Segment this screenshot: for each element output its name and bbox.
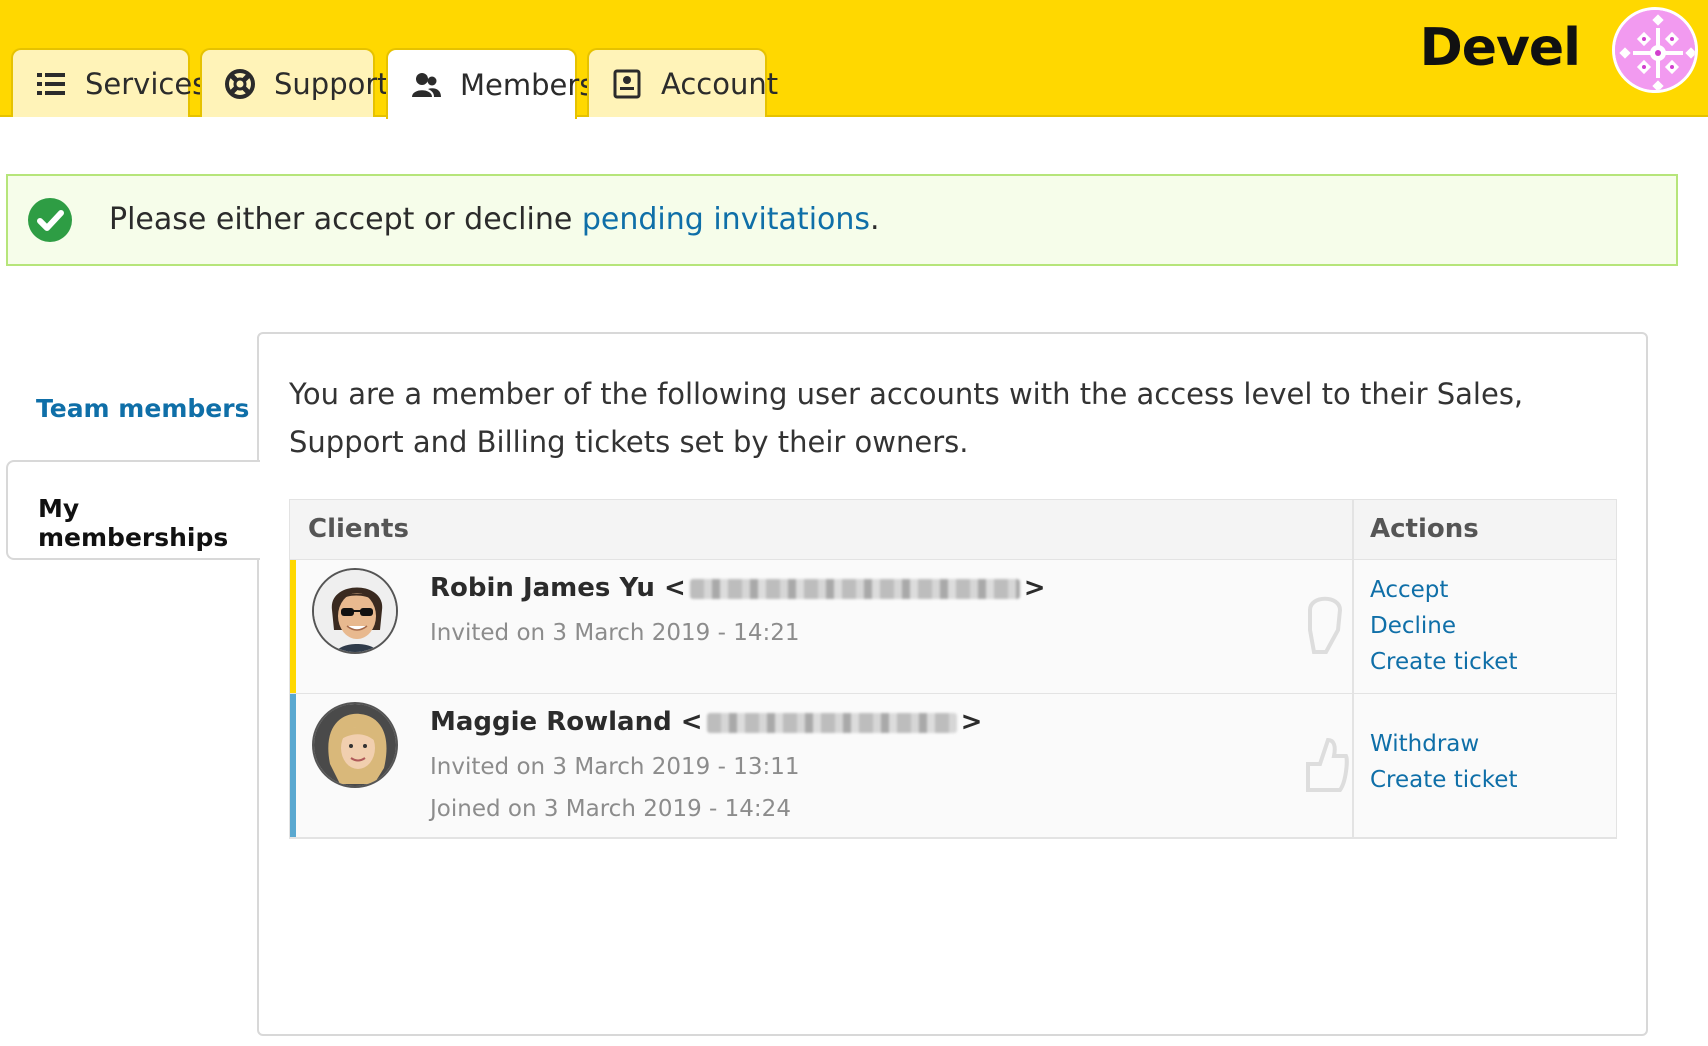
redacted-email [689,578,1020,599]
memberships-table: Clients Actions Robin James Yu < > Invit… [289,499,1617,839]
member-name: Robin James Yu < > [430,573,1046,603]
member-name-text: Robin James Yu [430,573,655,603]
avatar [312,568,398,654]
lifebuoy-icon [224,67,256,101]
thumbs-up-watermark-icon [1306,737,1349,792]
brand-logo-text: Devel [1419,18,1581,78]
email-bracket: > [960,707,983,737]
table-row: Maggie Rowland < > Invited on 3 March 201… [290,694,1616,838]
pending-invitations-link[interactable]: pending invitations [582,202,870,237]
tab-members[interactable]: Members [386,48,594,119]
member-name-text: Maggie Rowland [430,707,672,737]
alert-message: Please either accept or decline pending … [109,202,880,237]
email-bracket: > [1023,573,1046,603]
member-name: Maggie Rowland < > [430,707,982,737]
contact-card-icon [611,67,643,101]
row-actions: Withdraw Create ticket [1370,726,1517,798]
status-stripe-joined [290,694,296,837]
column-divider [1352,694,1354,837]
column-divider [1352,560,1354,693]
tab-services-label: Services [85,66,208,101]
handshake-watermark-icon [1308,596,1343,654]
users-icon [410,68,442,102]
tab-account-label: Account [661,66,779,101]
top-navigation-bar: Services Support Members Account Devel [0,0,1708,119]
tab-support[interactable]: Support [200,48,389,117]
email-bracket: < [663,573,686,603]
joined-date: Joined on 3 March 2019 - 14:24 [430,796,791,822]
create-ticket-link[interactable]: Create ticket [1370,644,1517,680]
column-header-actions: Actions [1370,514,1479,544]
sidebar-item-team-members[interactable]: Team members [6,380,260,460]
alert-text-end: . [870,202,880,237]
tab-account[interactable]: Account [587,48,778,117]
success-alert: Please either accept or decline pending … [6,174,1678,266]
alert-text: Please either accept or decline [109,202,582,237]
memberships-panel: You are a member of the following user a… [257,332,1648,1036]
sidebar-item-my-memberships[interactable]: My memberships [6,460,260,560]
tab-members-label: Members [460,67,595,102]
column-header-clients: Clients [308,514,409,544]
status-stripe-pending [290,560,296,693]
withdraw-link[interactable]: Withdraw [1370,726,1517,762]
decline-link[interactable]: Decline [1370,608,1517,644]
email-bracket: < [680,707,703,737]
table-header: Clients Actions [290,500,1616,560]
row-actions: Accept Decline Create ticket [1370,572,1517,680]
create-ticket-link[interactable]: Create ticket [1370,762,1517,798]
intro-text: You are a member of the following user a… [289,377,1524,459]
tab-services[interactable]: Services [11,48,207,117]
checkmark-icon [28,198,72,242]
invited-date: Invited on 3 March 2019 - 13:11 [430,754,800,780]
invited-date: Invited on 3 March 2019 - 14:21 [430,620,800,646]
redacted-email [706,712,957,733]
tab-support-label: Support [274,66,389,101]
column-divider [1352,500,1354,559]
user-avatar[interactable] [1612,7,1698,93]
table-row: Robin James Yu < > Invited on 3 March 201… [290,560,1616,694]
avatar [312,702,398,788]
list-icon [35,67,67,101]
accept-link[interactable]: Accept [1370,572,1517,608]
